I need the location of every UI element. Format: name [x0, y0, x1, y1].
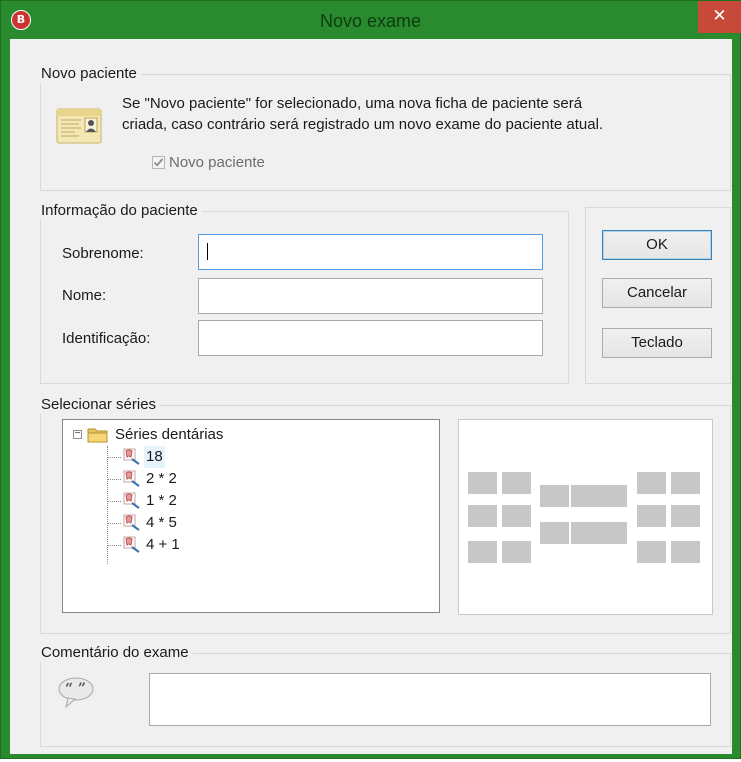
tree-line	[107, 457, 121, 458]
checkmark-icon	[153, 158, 164, 167]
name-label: Nome:	[62, 287, 107, 304]
tree-line	[107, 501, 121, 502]
tree-item-label: 18	[144, 446, 165, 468]
patient-info-legend: Informação do paciente	[39, 202, 202, 220]
id-card-icon	[55, 104, 105, 152]
preview-tile	[468, 505, 497, 527]
close-button[interactable]: ✕	[698, 1, 741, 33]
tree-line	[107, 545, 121, 546]
preview-tile	[598, 485, 627, 507]
checkbox-box	[152, 156, 165, 169]
preview-tile	[502, 505, 531, 527]
tree-root-label: Séries dentárias	[115, 426, 224, 443]
collapse-toggle-icon[interactable]: −	[73, 429, 82, 439]
speech-bubble-quote-icon: “ ”	[56, 675, 96, 715]
comment-input[interactable]	[149, 673, 711, 726]
comment-legend: Comentário do exame	[39, 644, 193, 662]
preview-tile	[571, 485, 600, 507]
name-input[interactable]	[198, 278, 543, 314]
preview-tile	[502, 541, 531, 563]
title-bar[interactable]: B Novo exame ✕	[1, 1, 741, 39]
surname-label: Sobrenome:	[62, 245, 144, 262]
tree-item-label: 1 * 2	[146, 492, 177, 509]
preview-tile	[598, 522, 627, 544]
series-layout-preview	[458, 419, 713, 615]
tree-line	[107, 523, 121, 524]
tree-item-label: 2 * 2	[146, 470, 177, 487]
new-patient-description-line1: Se "Novo paciente" for selecionado, uma …	[122, 95, 583, 112]
preview-tile	[468, 541, 497, 563]
new-patient-group: Novo paciente Se "Novo paciente" for sel…	[39, 65, 731, 191]
preview-tile	[671, 472, 700, 494]
preview-tile	[637, 505, 666, 527]
preview-tile	[571, 522, 600, 544]
cancel-button[interactable]: Cancelar	[602, 278, 712, 308]
tree-line	[107, 446, 108, 564]
tooth-series-icon	[123, 536, 141, 561]
buttons-panel: OK Cancelar Teclado	[585, 207, 731, 384]
patient-info-group: Informação do paciente Sobrenome: Nome: …	[39, 202, 569, 384]
dialog-body: Novo paciente Se "Novo paciente" for sel…	[10, 39, 732, 754]
preview-tile	[502, 472, 531, 494]
ok-button[interactable]: OK	[602, 230, 712, 260]
text-caret	[207, 243, 208, 260]
preview-tile	[671, 541, 700, 563]
preview-tile	[540, 522, 569, 544]
tree-item-label: 4 + 1	[146, 536, 180, 553]
svg-text:“ ”: “ ”	[65, 681, 86, 697]
comment-group: Comentário do exame “ ”	[39, 644, 731, 747]
identification-label: Identificação:	[62, 330, 151, 347]
series-group: Selecionar séries − Séries dentárias 18 …	[39, 396, 731, 634]
new-patient-checkbox-label: Novo paciente	[169, 154, 265, 171]
identification-input[interactable]	[198, 320, 543, 356]
tree-line	[107, 479, 121, 480]
folder-icon	[87, 426, 109, 451]
series-tree[interactable]: − Séries dentárias 18 2 * 2 1 * 2 4 * 5 …	[62, 419, 440, 613]
dialog-window: B Novo exame ✕ Novo paciente Se "Novo pa…	[0, 0, 741, 759]
preview-tile	[637, 541, 666, 563]
new-patient-description-line2: criada, caso contrário será registrado u…	[122, 116, 604, 133]
surname-input[interactable]	[198, 234, 543, 270]
preview-tile	[671, 505, 700, 527]
series-legend: Selecionar séries	[39, 396, 161, 414]
window-title: Novo exame	[319, 11, 422, 31]
preview-tile	[468, 472, 497, 494]
keyboard-button[interactable]: Teclado	[602, 328, 712, 358]
preview-tile	[637, 472, 666, 494]
new-patient-legend: Novo paciente	[39, 65, 141, 83]
tree-item-label: 4 * 5	[146, 514, 177, 531]
preview-tile	[540, 485, 569, 507]
